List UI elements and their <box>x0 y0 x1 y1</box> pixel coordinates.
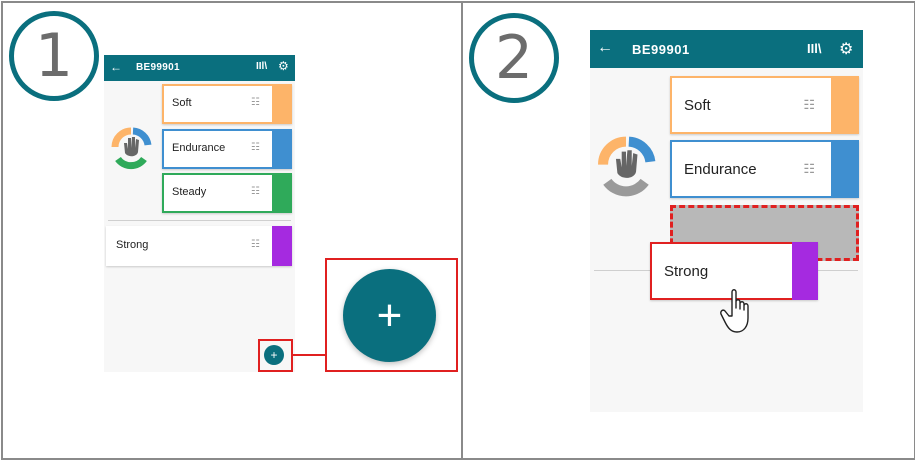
card-strong[interactable]: Strong ☷ <box>106 226 292 266</box>
card-label: Endurance <box>172 142 226 154</box>
color-bar <box>792 242 818 300</box>
color-bar <box>831 76 859 134</box>
device-title: BE99901 <box>136 62 180 73</box>
card-label: Endurance <box>684 161 757 178</box>
device-title: BE99901 <box>632 42 690 57</box>
settings-sliders-icon[interactable]: ☷ <box>251 142 260 153</box>
add-fab-button-zoomed[interactable]: + <box>343 269 436 362</box>
card-label: Strong <box>664 263 709 280</box>
drag-hand-cursor-icon <box>720 289 749 333</box>
color-bar <box>272 173 292 213</box>
settings-gear-icon[interactable]: ⚙ <box>839 39 853 59</box>
color-bar <box>272 129 292 169</box>
settings-sliders-icon[interactable]: ☷ <box>251 186 260 197</box>
panel-divider <box>461 1 463 458</box>
card-soft[interactable]: Soft ☷ <box>670 76 859 134</box>
library-icon[interactable]: IIl\ <box>256 61 267 72</box>
phone-screen-step-2: ← BE99901 IIl\ ⚙ Soft ☷ Endurance ☷ <box>590 30 863 412</box>
color-bar <box>272 226 292 266</box>
grip-mode-icon <box>111 127 152 170</box>
card-steady[interactable]: Steady ☷ <box>162 173 292 213</box>
card-endurance[interactable]: Endurance ☷ <box>670 140 859 198</box>
card-label: Soft <box>684 97 711 114</box>
card-label: Strong <box>116 239 149 251</box>
back-arrow-icon[interactable]: ← <box>110 60 122 74</box>
callout-connector <box>293 354 326 356</box>
card-label: Soft <box>172 97 192 109</box>
step-1-marker: 1 <box>9 11 99 101</box>
settings-sliders-icon[interactable]: ☷ <box>251 97 260 108</box>
settings-sliders-icon[interactable]: ☷ <box>251 239 260 250</box>
settings-gear-icon[interactable]: ⚙ <box>278 59 289 73</box>
library-icon[interactable]: IIl\ <box>807 41 821 56</box>
app-bar: ← BE99901 IIl\ ⚙ <box>590 30 863 68</box>
grip-mode-icon <box>598 136 656 197</box>
card-label: Steady <box>172 186 207 198</box>
fab-highlight-box <box>258 339 293 372</box>
settings-sliders-icon[interactable]: ☷ <box>803 97 815 113</box>
settings-sliders-icon[interactable]: ☷ <box>803 161 815 177</box>
card-soft[interactable]: Soft ☷ <box>162 84 292 124</box>
section-separator <box>108 220 291 221</box>
color-bar <box>272 84 292 124</box>
color-bar <box>831 140 859 198</box>
back-arrow-icon[interactable]: ← <box>597 39 613 57</box>
phone-screen-step-1: ← BE99901 IIl\ ⚙ Soft ☷ Endurance ☷ Stea… <box>104 55 295 372</box>
step-2-marker: 2 <box>469 13 559 103</box>
app-bar: ← BE99901 IIl\ ⚙ <box>104 55 295 81</box>
card-endurance[interactable]: Endurance ☷ <box>162 129 292 169</box>
